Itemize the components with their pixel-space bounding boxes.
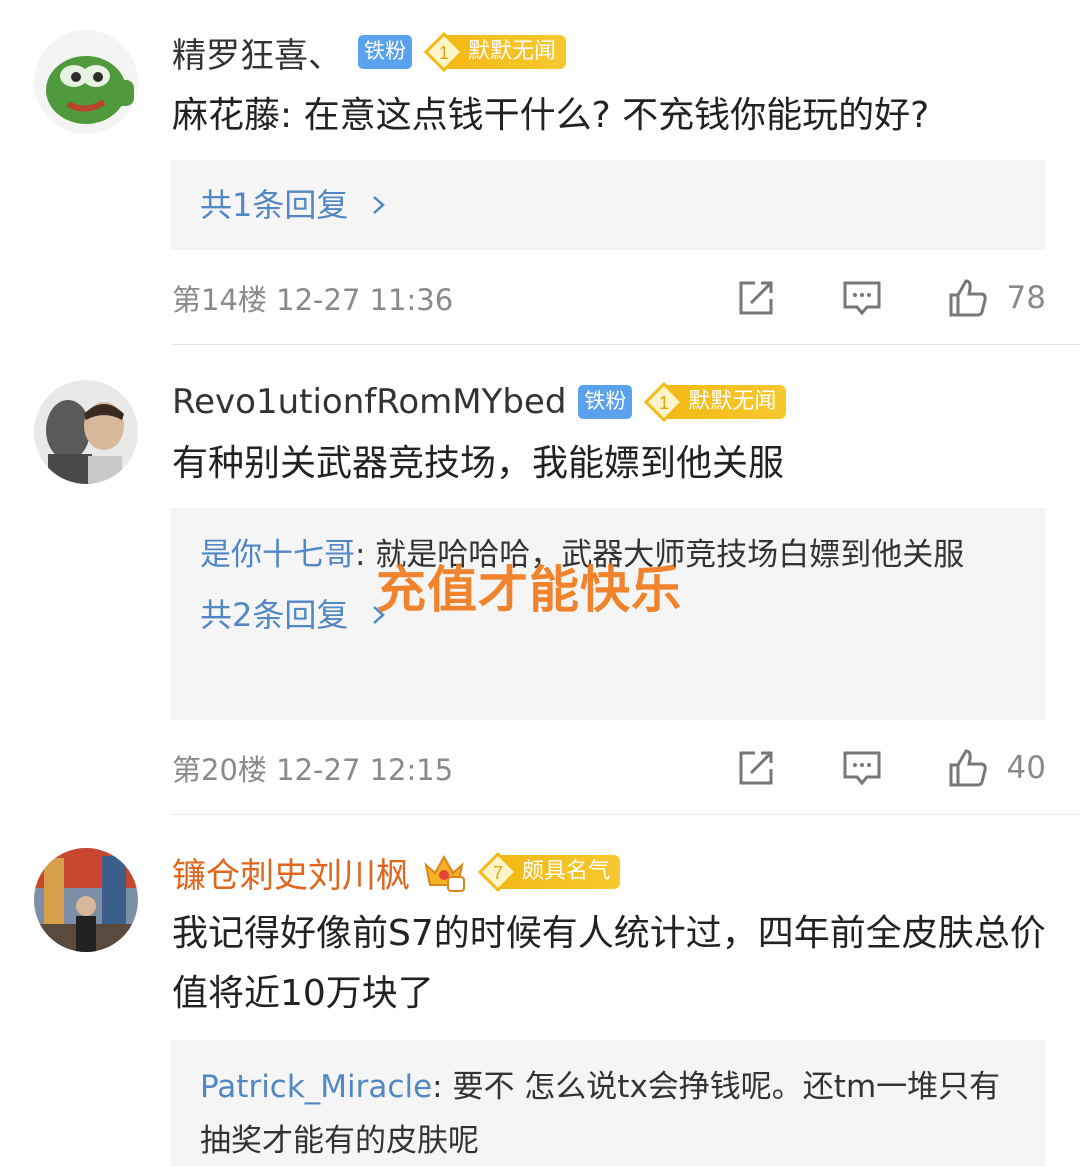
divider [172,344,1080,345]
thumbs-up-icon[interactable] [947,747,989,789]
svg-text:1: 1 [439,43,449,63]
svg-text:7: 7 [493,863,503,883]
diamond-icon: 1 [424,32,464,72]
reply-username[interactable]: 是你十七哥 [200,537,355,573]
floor-time: 第14楼 12-27 11:36 [172,283,454,317]
like-count: 78 [1006,280,1046,316]
thumbs-up-icon[interactable] [947,277,989,319]
reply-count: 共2条回复 [200,596,349,634]
crown-icon [424,854,465,892]
comment-text: 麻花藤: 在意这点钱干什么? 不充钱你能玩的好? [172,95,930,136]
reply-item: Patrick_Miracle: 要不 怎么说tx会挣钱呢。还tm一堆只有抽奖才… [200,1060,1016,1166]
watermark-text: 充值才能快乐 [376,561,682,619]
avatar[interactable] [34,848,138,952]
fan-badge: 铁粉 [578,385,633,419]
share-icon[interactable] [735,747,777,789]
view-replies-link[interactable]: 共1条回复 [200,174,1016,236]
avatar[interactable] [34,380,138,484]
fan-badge: 铁粉 [358,35,412,69]
username[interactable]: 镰仓刺史刘川枫 [172,848,410,897]
level-badge: 1 默默无闻 [424,32,567,72]
level-title: 默默无闻 [666,385,787,419]
username[interactable]: 精罗狂喜、 [172,28,342,77]
svg-text:1: 1 [659,393,669,413]
reply-box[interactable]: Patrick_Miracle: 要不 怎么说tx会挣钱呢。还tm一堆只有抽奖才… [170,1040,1046,1166]
divider [172,814,1080,815]
level-badge: 1 默默无闻 [644,382,787,422]
level-badge: 7 颇具名气 [478,852,621,892]
avatar[interactable] [34,30,138,134]
username[interactable]: Revo1utionfRomMYbed [172,382,566,422]
diamond-icon: 1 [644,382,685,422]
level-title: 默默无闻 [446,35,567,69]
comment-icon[interactable] [841,277,883,319]
chevron-right-icon [373,196,386,214]
comment-text: 有种别关武器竞技场，我能嫖到他关服 [172,443,785,484]
level-title: 颇具名气 [500,855,621,889]
share-icon[interactable] [735,277,777,319]
floor-time: 第20楼 12-27 12:15 [172,753,454,787]
reply-box[interactable]: 共1条回复 [170,160,1046,250]
like-count: 40 [1006,750,1046,786]
comment-icon[interactable] [841,747,883,789]
reply-count: 共1条回复 [200,186,349,224]
reply-username[interactable]: Patrick_Miracle [200,1069,432,1105]
comment-text: 我记得好像前S7的时候有人统计过，四年前全皮肤总价值将近10万块了 [172,913,1046,1014]
diamond-icon: 7 [478,852,518,892]
